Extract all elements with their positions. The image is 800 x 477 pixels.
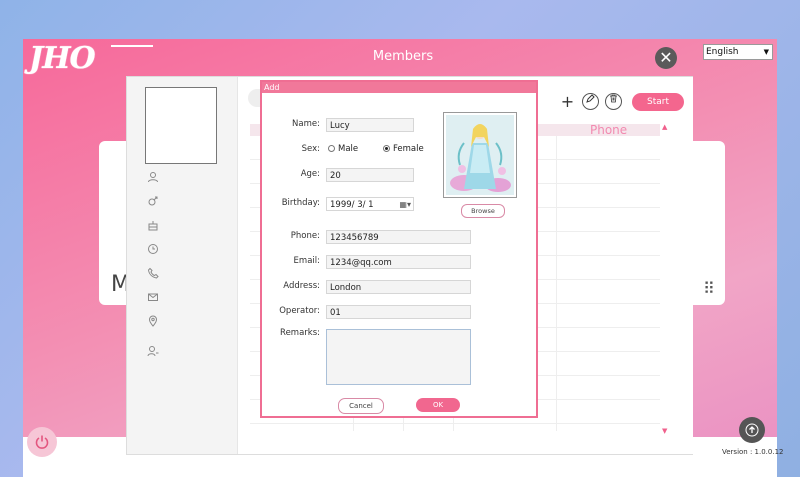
clock-icon bbox=[147, 243, 159, 255]
sex-male-radio[interactable]: Male bbox=[328, 144, 358, 154]
phone-field[interactable]: 123456789 bbox=[326, 230, 471, 244]
start-button[interactable]: Start bbox=[632, 93, 684, 111]
column-header-phone[interactable]: Phone bbox=[590, 123, 627, 137]
mail-icon bbox=[147, 291, 159, 303]
remarks-label: Remarks: bbox=[280, 328, 320, 338]
operator-icon bbox=[147, 345, 159, 357]
logo-underline bbox=[111, 45, 153, 47]
member-photo-box bbox=[145, 87, 217, 164]
name-field[interactable]: Lucy bbox=[326, 118, 414, 132]
add-member-dialog: Add Name: Lucy Sex: Male Female Age: 20 … bbox=[260, 80, 538, 418]
column-divider bbox=[556, 136, 557, 431]
age-label: Age: bbox=[300, 169, 320, 179]
user-icon bbox=[147, 171, 159, 183]
language-select[interactable]: English ▼ bbox=[703, 44, 773, 60]
background-card-dots: ⠿ bbox=[703, 279, 715, 298]
birthday-picker[interactable]: 1999/ 3/ 1 ▦▾ bbox=[326, 197, 414, 211]
arrow-up-icon bbox=[745, 423, 759, 437]
chevron-down-icon: ▼ bbox=[763, 48, 769, 56]
edit-member-button[interactable] bbox=[582, 93, 599, 110]
delete-member-button[interactable] bbox=[605, 93, 622, 110]
phone-label: Phone: bbox=[290, 231, 320, 241]
sex-male-label: Male bbox=[338, 144, 359, 154]
location-icon bbox=[147, 315, 159, 327]
sex-label: Sex: bbox=[301, 144, 320, 154]
age-field[interactable]: 20 bbox=[326, 168, 414, 182]
version-label: Version : 1.0.0.12 bbox=[722, 448, 784, 456]
power-icon bbox=[35, 435, 49, 449]
power-button[interactable] bbox=[27, 427, 57, 457]
email-label: Email: bbox=[293, 256, 320, 266]
sex-female-label: Female bbox=[393, 144, 424, 154]
email-field[interactable]: 1234@qq.com bbox=[326, 255, 471, 269]
app-logo: JHO bbox=[29, 41, 96, 76]
sex-female-radio[interactable]: Female bbox=[383, 144, 424, 154]
operator-label: Operator: bbox=[279, 306, 320, 316]
operator-field[interactable]: 01 bbox=[326, 305, 471, 319]
trash-icon bbox=[610, 94, 617, 103]
close-button[interactable]: ✕ bbox=[655, 47, 677, 69]
dialog-title: Add bbox=[262, 82, 536, 93]
gender-icon bbox=[147, 195, 159, 207]
table-row bbox=[250, 423, 660, 424]
address-field[interactable]: London bbox=[326, 280, 471, 294]
edit-icon bbox=[586, 94, 595, 103]
name-label: Name: bbox=[292, 119, 320, 129]
address-label: Address: bbox=[283, 281, 320, 291]
scroll-down-arrow[interactable]: ▼ bbox=[662, 427, 667, 435]
radio-dot bbox=[328, 145, 335, 152]
calendar-icon[interactable]: ▦▾ bbox=[399, 198, 411, 212]
birthday-value: 1999/ 3/ 1 bbox=[330, 200, 374, 210]
radio-dot-selected bbox=[383, 145, 390, 152]
remarks-textarea[interactable] bbox=[326, 329, 471, 385]
browse-button[interactable]: Browse bbox=[461, 204, 505, 218]
scroll-top-button[interactable] bbox=[739, 417, 765, 443]
photo-illustration bbox=[446, 115, 514, 195]
cake-icon bbox=[147, 219, 159, 231]
language-select-value: English bbox=[706, 47, 739, 57]
phone-icon bbox=[147, 267, 159, 279]
birthday-label: Birthday: bbox=[281, 198, 320, 208]
window-title: Members bbox=[372, 49, 434, 64]
member-photo-preview bbox=[443, 112, 517, 198]
add-member-button[interactable]: + bbox=[560, 94, 575, 110]
ok-button[interactable]: OK bbox=[416, 398, 460, 412]
scroll-up-arrow[interactable]: ▲ bbox=[662, 123, 667, 131]
cancel-button[interactable]: Cancel bbox=[338, 398, 384, 414]
